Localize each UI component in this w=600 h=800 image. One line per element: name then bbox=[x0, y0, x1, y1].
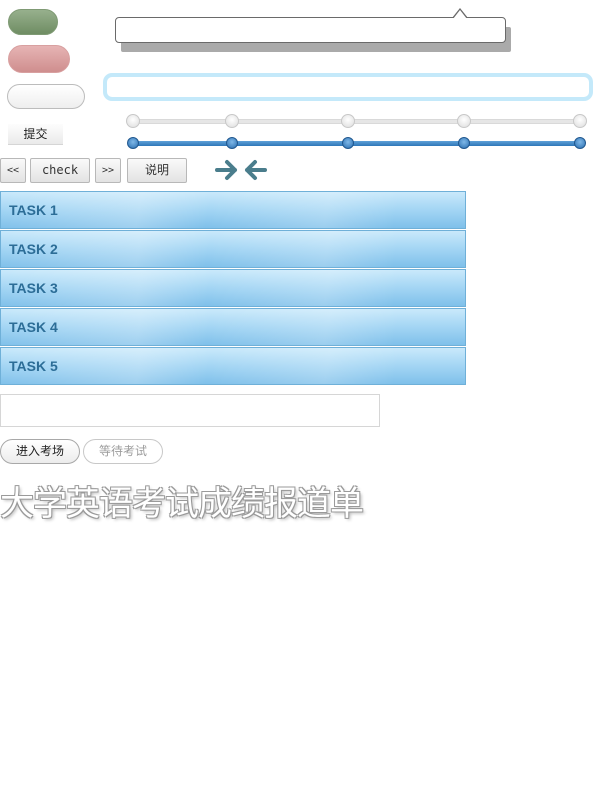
task-label: TASK 4 bbox=[9, 319, 58, 335]
slider-step-grey[interactable] bbox=[341, 114, 355, 128]
task-label: TASK 1 bbox=[9, 202, 58, 218]
enter-exam-button[interactable]: 进入考场 bbox=[0, 439, 80, 464]
task-item[interactable]: TASK 1 bbox=[0, 191, 466, 229]
slider-step-grey[interactable] bbox=[573, 114, 587, 128]
slider-step-blue[interactable] bbox=[127, 137, 139, 149]
slider-step-blue[interactable] bbox=[342, 137, 354, 149]
task-item[interactable]: TASK 3 bbox=[0, 269, 466, 307]
task-item[interactable]: TASK 4 bbox=[0, 308, 466, 346]
task-item[interactable]: TASK 5 bbox=[0, 347, 466, 385]
slider-step-blue[interactable] bbox=[226, 137, 238, 149]
task-item[interactable]: TASK 2 bbox=[0, 230, 466, 268]
tooltip-arrow-inner bbox=[453, 10, 467, 19]
slider-track-grey[interactable] bbox=[133, 119, 580, 124]
description-button[interactable]: 说明 bbox=[127, 158, 187, 183]
slider-step-blue[interactable] bbox=[574, 137, 586, 149]
task-label: TASK 3 bbox=[9, 280, 58, 296]
page-title: 大学英语考试成绩报道单 bbox=[0, 484, 364, 524]
slider-step-grey[interactable] bbox=[457, 114, 471, 128]
arrow-right-icon[interactable] bbox=[215, 160, 237, 180]
prev-button[interactable]: << bbox=[0, 158, 26, 183]
white-pill-button[interactable] bbox=[7, 84, 85, 109]
task-label: TASK 2 bbox=[9, 241, 58, 257]
next-button[interactable]: >> bbox=[95, 158, 121, 183]
text-input[interactable] bbox=[0, 394, 380, 427]
glow-text-input[interactable] bbox=[103, 73, 593, 101]
slider-track-blue[interactable] bbox=[133, 141, 580, 146]
arrows-icon-group bbox=[215, 160, 267, 180]
green-pill-button[interactable] bbox=[8, 9, 58, 35]
tooltip-box bbox=[115, 17, 506, 43]
slider-step-blue[interactable] bbox=[458, 137, 470, 149]
red-pill-button[interactable] bbox=[8, 45, 70, 73]
check-button[interactable]: check bbox=[30, 158, 90, 183]
slider-step-grey[interactable] bbox=[225, 114, 239, 128]
task-list: TASK 1 TASK 2 TASK 3 TASK 4 TASK 5 bbox=[0, 191, 466, 386]
slider-step-grey[interactable] bbox=[126, 114, 140, 128]
arrow-left-icon[interactable] bbox=[245, 160, 267, 180]
task-label: TASK 5 bbox=[9, 358, 58, 374]
wait-exam-button[interactable]: 等待考试 bbox=[83, 439, 163, 464]
submit-button[interactable]: 提交 bbox=[8, 124, 63, 145]
